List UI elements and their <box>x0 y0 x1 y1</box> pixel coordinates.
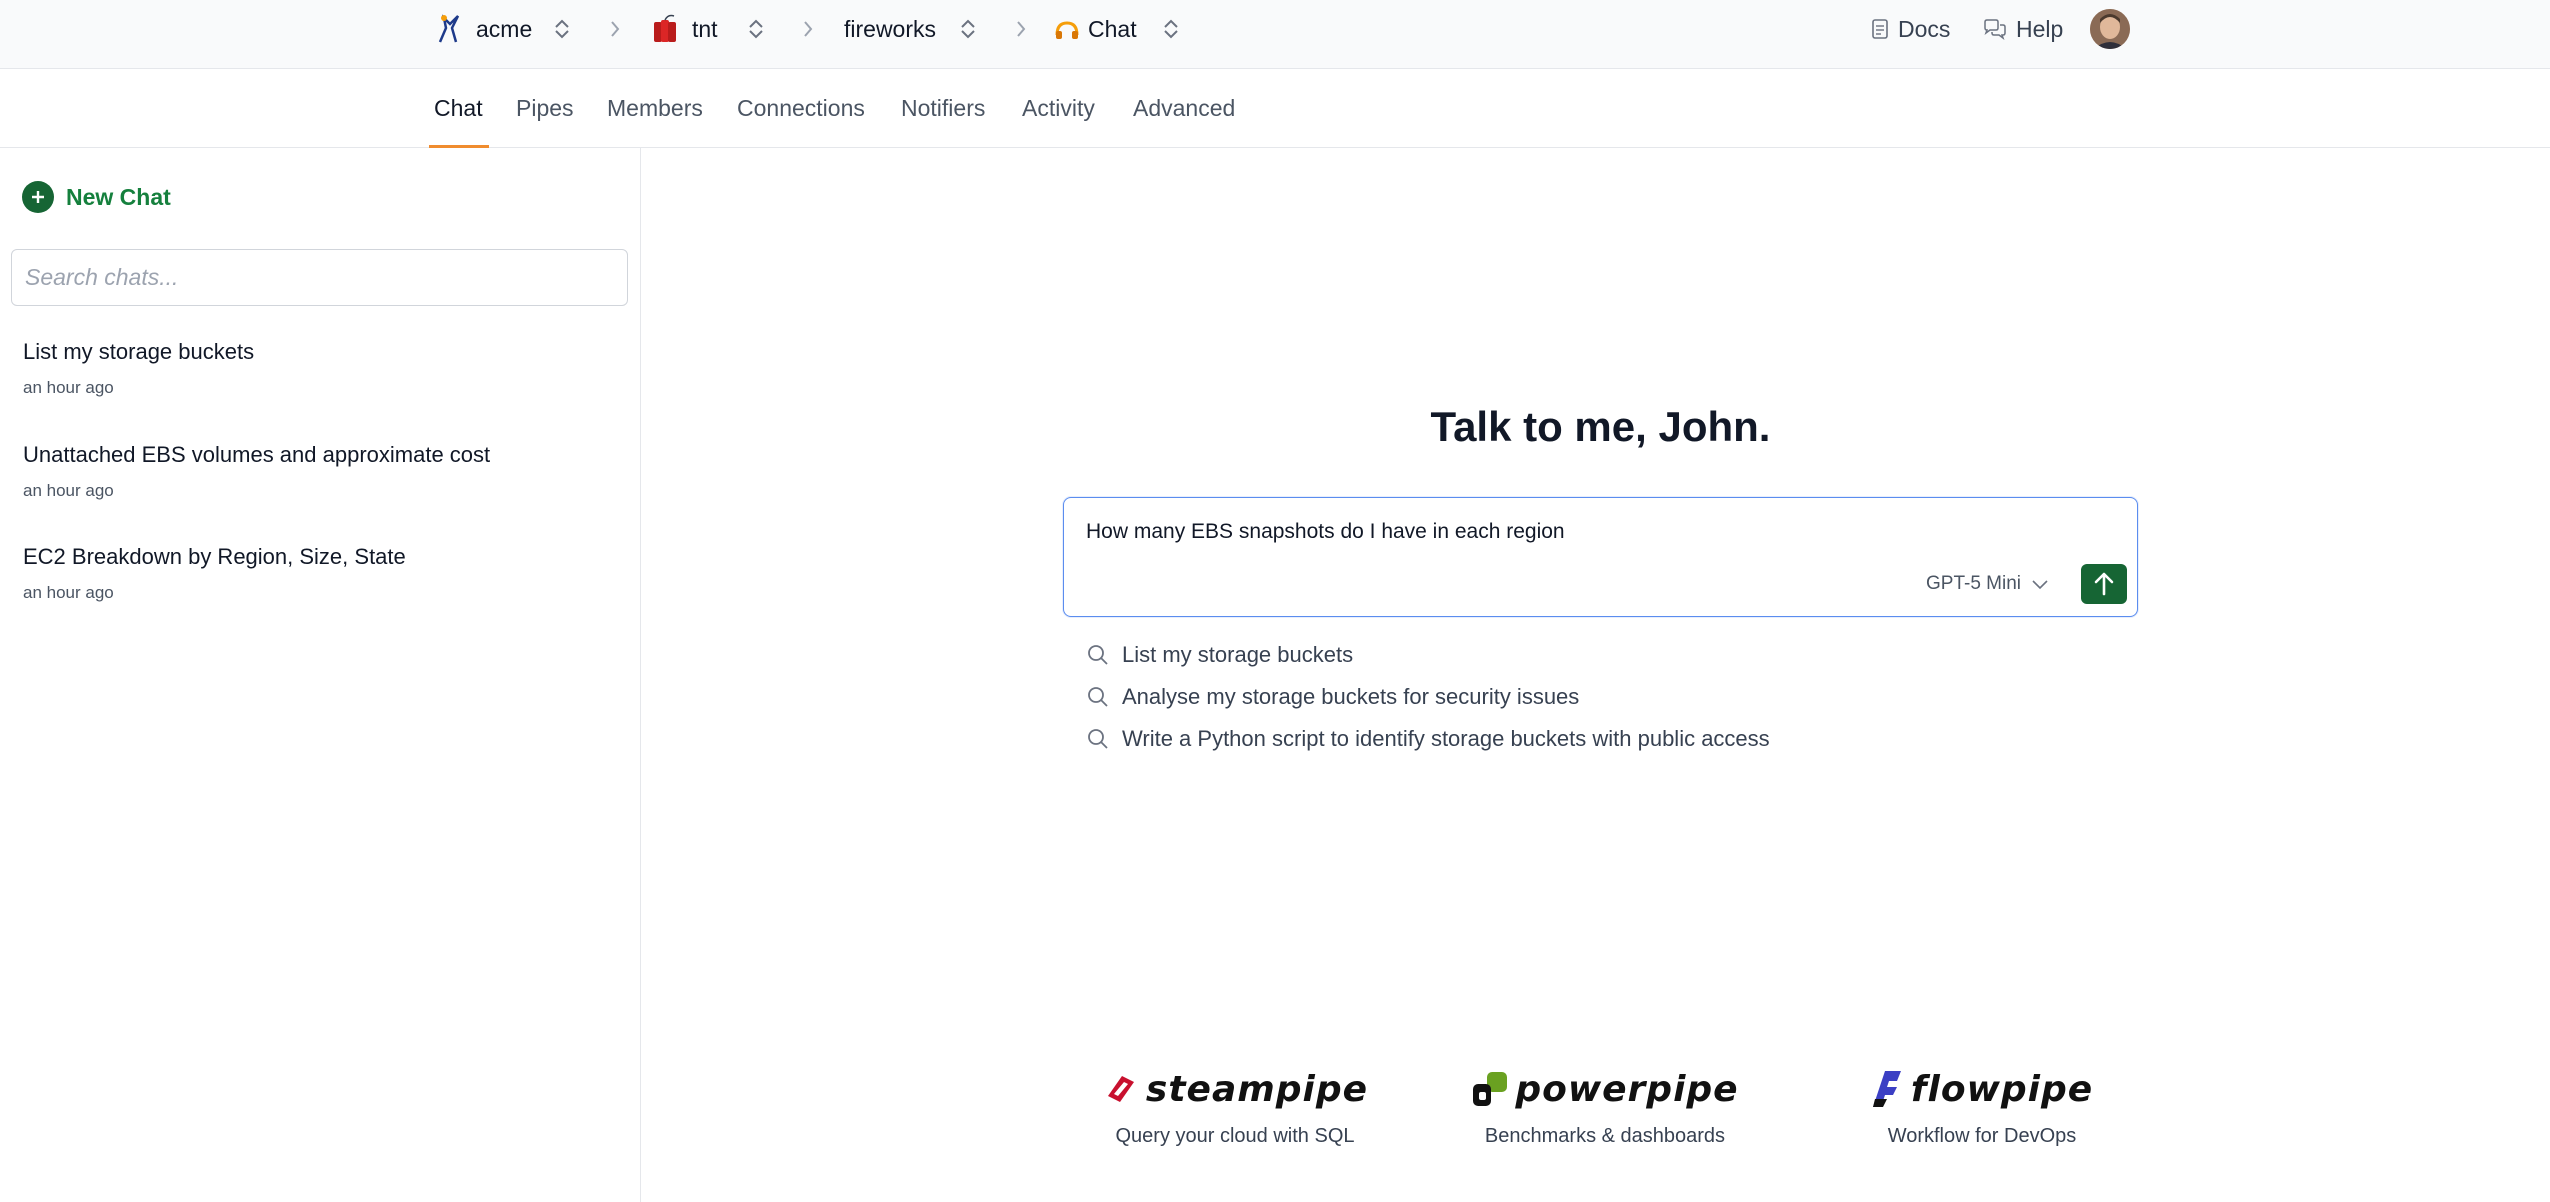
search-icon <box>1088 687 1108 707</box>
flowpipe-logo: flowpipe <box>1832 1065 2132 1113</box>
send-button[interactable] <box>2081 564 2127 604</box>
flowpipe-wordmark: flowpipe <box>1910 1068 2094 1110</box>
chat-title: EC2 Breakdown by Region, Size, State <box>23 544 406 569</box>
tab-connections[interactable]: Connections <box>737 69 865 148</box>
chat-sidebar: New Chat List my storage buckets an hour… <box>0 148 641 1202</box>
arrow-up-icon <box>2094 572 2114 596</box>
steampipe-tagline: Query your cloud with SQL <box>1115 1125 1355 1147</box>
chat-title: List my storage buckets <box>23 339 255 364</box>
powerpipe-icon <box>1473 1072 1508 1106</box>
chat-history-item[interactable]: List my storage buckets an hour ago <box>23 339 254 398</box>
flowpipe-tagline: Workflow for DevOps <box>1887 1125 2077 1147</box>
breadcrumb-org-label: acme <box>476 15 533 42</box>
tnt-dynamite-icon <box>648 12 682 46</box>
chat-timestamp: an hour ago <box>23 378 114 397</box>
suggestion-item[interactable]: List my storage buckets <box>1086 640 1353 670</box>
breadcrumb-project-label: fireworks <box>844 15 937 42</box>
project-switcher-icon[interactable] <box>957 16 979 42</box>
flowpipe-product-link[interactable]: flowpipe Workflow for DevOps <box>1832 1065 2132 1148</box>
suggestion-item[interactable]: Analyse my storage buckets for security … <box>1086 682 1579 712</box>
breadcrumb-workspace[interactable]: tnt <box>648 0 718 58</box>
chat-history-item[interactable]: Unattached EBS volumes and approximate c… <box>23 442 490 501</box>
suggestion-item[interactable]: Write a Python script to identify storag… <box>1086 724 1770 754</box>
breadcrumb-workspace-label: tnt <box>692 15 718 42</box>
chevron-right-icon <box>1017 21 1026 37</box>
powerpipe-tagline: Benchmarks & dashboards <box>1484 1125 1726 1147</box>
composer-input-text[interactable]: How many EBS snapshots do I have in each… <box>1086 520 1565 544</box>
tab-members[interactable]: Members <box>607 69 703 148</box>
search-icon <box>1088 645 1108 665</box>
powerpipe-product-link[interactable]: powerpipe Benchmarks & dashboards <box>1455 1065 1755 1148</box>
steampipe-icon <box>1107 1076 1134 1102</box>
chat-section-icon <box>1054 12 1080 46</box>
section-switcher-icon[interactable] <box>1160 16 1182 42</box>
suggestion-text: Write a Python script to identify storag… <box>1122 726 1770 751</box>
tab-pipes[interactable]: Pipes <box>516 69 574 148</box>
steampipe-product-link[interactable]: steampipe Query your cloud with SQL <box>1085 1065 1385 1148</box>
search-icon <box>1088 729 1108 749</box>
new-chat-label: New Chat <box>66 183 171 210</box>
tab-notifiers[interactable]: Notifiers <box>901 69 985 148</box>
model-label: GPT-5 Mini <box>1926 573 2022 594</box>
breadcrumb-org[interactable]: acme <box>432 0 532 58</box>
suggestion-text: List my storage buckets <box>1122 642 1354 667</box>
suggestion-text: Analyse my storage buckets for security … <box>1122 684 1580 709</box>
tab-chat[interactable]: Chat <box>434 69 483 148</box>
document-icon <box>1872 19 1888 39</box>
chat-timestamp: an hour ago <box>23 583 114 602</box>
new-chat-button[interactable]: New Chat <box>22 180 171 214</box>
org-logo-icon <box>432 12 466 46</box>
greeting-heading: Talk to me, John. <box>1430 403 1771 450</box>
tab-advanced[interactable]: Advanced <box>1133 69 1235 148</box>
docs-label: Docs <box>1898 15 1951 42</box>
org-switcher-icon[interactable] <box>551 16 573 42</box>
steampipe-logo: steampipe <box>1085 1065 1385 1113</box>
chat-timestamp: an hour ago <box>23 481 114 500</box>
help-link[interactable]: Help <box>1983 0 2063 58</box>
chat-title: Unattached EBS volumes and approximate c… <box>23 442 491 467</box>
help-label: Help <box>2016 15 2064 42</box>
chat-bubbles-icon <box>1984 19 2006 40</box>
powerpipe-wordmark: powerpipe <box>1515 1068 1739 1110</box>
user-avatar[interactable] <box>2090 9 2130 49</box>
powerpipe-logo: powerpipe <box>1455 1065 1755 1113</box>
docs-link[interactable]: Docs <box>1871 0 1950 58</box>
chevron-down-icon <box>2032 580 2048 590</box>
breadcrumb-project[interactable]: fireworks <box>844 0 936 58</box>
breadcrumb-section-label: Chat <box>1088 15 1137 42</box>
flowpipe-icon <box>1872 1071 1901 1107</box>
steampipe-wordmark: steampipe <box>1145 1068 1369 1110</box>
tab-activity[interactable]: Activity <box>1022 69 1095 148</box>
workspace-switcher-icon[interactable] <box>745 16 767 42</box>
chevron-right-icon <box>611 21 620 37</box>
plus-icon <box>22 181 54 213</box>
search-chats-input[interactable] <box>11 249 628 306</box>
breadcrumb-section[interactable]: Chat <box>1054 0 1137 58</box>
model-selector[interactable]: GPT-5 Mini <box>1926 573 2049 595</box>
chat-history-item[interactable]: EC2 Breakdown by Region, Size, State an … <box>23 544 406 603</box>
top-bar: acme tnt fireworks Chat Docs Help <box>0 0 2550 69</box>
chat-composer[interactable]: How many EBS snapshots do I have in each… <box>1063 497 2138 617</box>
chevron-right-icon <box>804 21 813 37</box>
section-tabs: Chat Pipes Members Connections Notifiers… <box>0 69 2550 148</box>
